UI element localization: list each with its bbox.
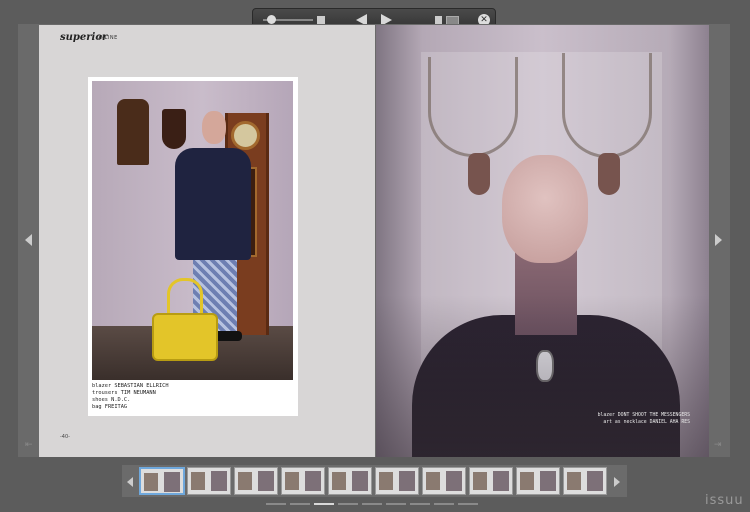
thumbnail-spread[interactable] [328,467,372,495]
right-page: blazer DONT SHOOT THE MESSENGERS art as … [376,25,709,457]
pager-dot[interactable] [386,503,406,505]
model-head [202,111,226,144]
thumbnail-page-image [379,472,393,490]
credit-line: shoes N.D.C. [92,397,131,403]
thumbnail-page-image [258,471,274,491]
caption-line: blazer DONT SHOOT THE MESSENGERS [597,413,690,418]
thumbnail-page-image [352,471,368,491]
caption-line: art as necklace DANIEL AHA RES [603,420,690,425]
thumbnail-spread[interactable] [234,467,278,495]
fashion-photo-frame: blazer SEBASTIAN ELLRICH trousers TIM NE… [88,77,298,416]
thumbnail-page-image [446,471,462,491]
issuu-viewer: ✕ ⇤ ⇥ superior ONLINE blazer SEBASTIAN E… [0,0,750,512]
thumbnail-pager [266,503,486,506]
thumbnail-spread[interactable] [139,467,185,495]
wall-carving [117,99,149,165]
fashion-photo [92,81,293,380]
thumbnail-page-image [285,472,299,490]
thumbnail-page-image [144,473,158,491]
issuu-logo: issuu [705,493,744,508]
thumbnail-page-image [587,471,603,491]
thumbnail-spread[interactable] [187,467,231,495]
photo-credits: blazer SEBASTIAN ELLRICH trousers TIM NE… [92,383,169,411]
credit-line: blazer SEBASTIAN ELLRICH [92,383,169,389]
thumbnail-prev-arrow-icon[interactable] [127,477,133,487]
next-spread-arrow-icon[interactable] [715,234,722,246]
credit-line: trousers TIM NEUMANN [92,390,156,396]
page-number: -40- [60,434,70,440]
previous-spread-arrow-icon[interactable] [25,234,32,246]
portrait-caption: blazer DONT SHOOT THE MESSENGERS art as … [582,412,690,426]
thumbnail-spread[interactable] [422,467,466,495]
thumbnail-page-image [567,472,581,490]
thumbnail-page-image [238,472,252,490]
pager-dot[interactable] [434,503,454,505]
thumbnail-page-image [540,471,556,491]
clock-face [231,121,260,150]
pager-dot[interactable] [338,503,358,505]
credit-line: bag FREITAG [92,404,128,410]
pager-dot[interactable] [266,503,286,505]
thumbnail-next-arrow-icon[interactable] [614,477,620,487]
thumbnail-page-image [191,472,205,490]
pager-dot[interactable] [458,503,478,505]
thumbnail-page-image [520,472,534,490]
zoom-slider-handle[interactable] [267,15,276,24]
thumbnail-page-image [426,472,440,490]
masthead-subtitle: ONLINE [96,35,118,41]
thumbnail-spread[interactable] [469,467,513,495]
model-blazer [175,148,251,260]
thumbnail-spread[interactable] [375,467,419,495]
last-page-button[interactable]: ⇥ [714,440,722,450]
bag-handle [167,278,203,318]
pager-dot[interactable] [314,503,334,505]
pager-dot[interactable] [410,503,430,505]
thumbnail-spread[interactable] [563,467,607,495]
thumbnail-spread[interactable] [516,467,560,495]
left-page: superior ONLINE blazer SEBASTIAN ELLRICH… [39,25,375,457]
wall-shield [162,109,186,149]
page-shadow [376,295,709,457]
thumbnail-page-image [305,471,321,491]
thumbnail-page-image [332,472,346,490]
thumbnail-page-image [473,472,487,490]
thumbnail-page-image [399,471,415,491]
first-page-button[interactable]: ⇤ [25,440,33,450]
thumbnail-page-image [211,471,227,491]
portrait-face [502,155,588,263]
thumbnail-page-image [164,472,180,492]
zoom-in-icon[interactable] [317,16,325,24]
thumbnail-page-image [493,471,509,491]
yellow-bag [152,313,218,361]
thumbnail-spread[interactable] [281,467,325,495]
pager-dot[interactable] [290,503,310,505]
pager-dot[interactable] [362,503,382,505]
